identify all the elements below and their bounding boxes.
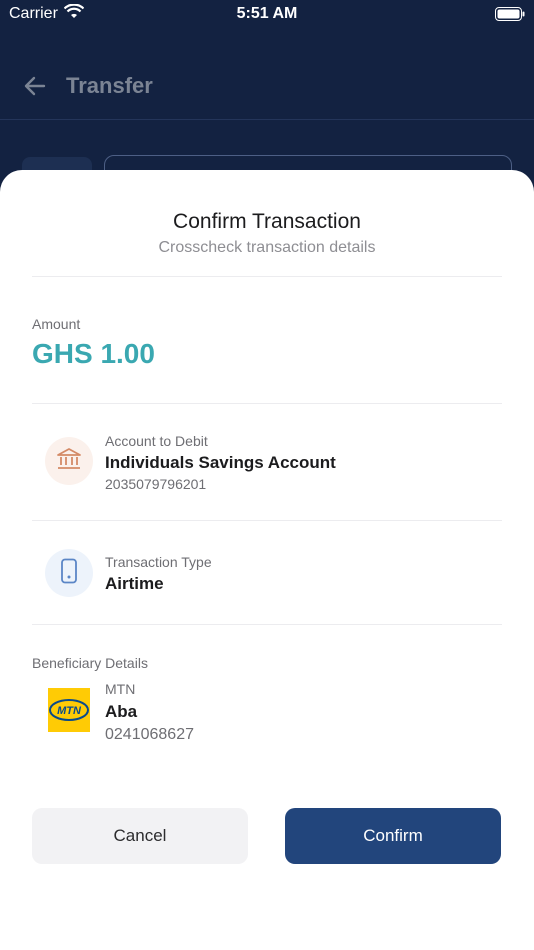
mtn-logo: MTN	[48, 688, 90, 732]
sheet-subtitle: Crosscheck transaction details	[158, 239, 376, 256]
bank-icon-circle	[45, 437, 93, 485]
amount-label: Amount	[32, 316, 81, 332]
amount-value: GHS 1.00	[32, 338, 155, 369]
battery-icon	[495, 7, 525, 26]
confirm-sheet: Confirm Transaction Crosscheck transacti…	[0, 170, 534, 950]
mtn-logo-text: MTN	[57, 705, 82, 717]
phone-icon-circle	[45, 549, 93, 597]
back-arrow-icon[interactable]	[24, 76, 46, 101]
transaction-type-value: Airtime	[105, 574, 164, 593]
app-bar: Transfer	[0, 58, 534, 118]
beneficiary-section-label: Beneficiary Details	[32, 655, 148, 671]
beneficiary-phone: 0241068627	[105, 726, 194, 743]
account-label: Account to Debit	[105, 433, 208, 449]
page-title: Transfer	[66, 73, 153, 98]
header-divider	[0, 119, 534, 120]
divider	[32, 624, 502, 625]
bank-icon	[56, 447, 82, 476]
sheet-title: Confirm Transaction	[173, 210, 361, 233]
cancel-button[interactable]: Cancel	[32, 808, 248, 864]
beneficiary-network: MTN	[105, 681, 136, 697]
divider	[32, 276, 502, 277]
account-number: 2035079796201	[105, 476, 207, 492]
account-name: Individuals Savings Account	[105, 453, 336, 472]
divider	[32, 520, 502, 521]
clock: 5:51 AM	[236, 5, 298, 22]
beneficiary-name: Aba	[105, 702, 138, 721]
status-bar: Carrier 5:51 AM	[0, 0, 534, 30]
transaction-type-label: Transaction Type	[105, 554, 212, 570]
phone-icon	[59, 558, 79, 589]
divider	[32, 403, 502, 404]
confirm-button[interactable]: Confirm	[285, 808, 501, 864]
